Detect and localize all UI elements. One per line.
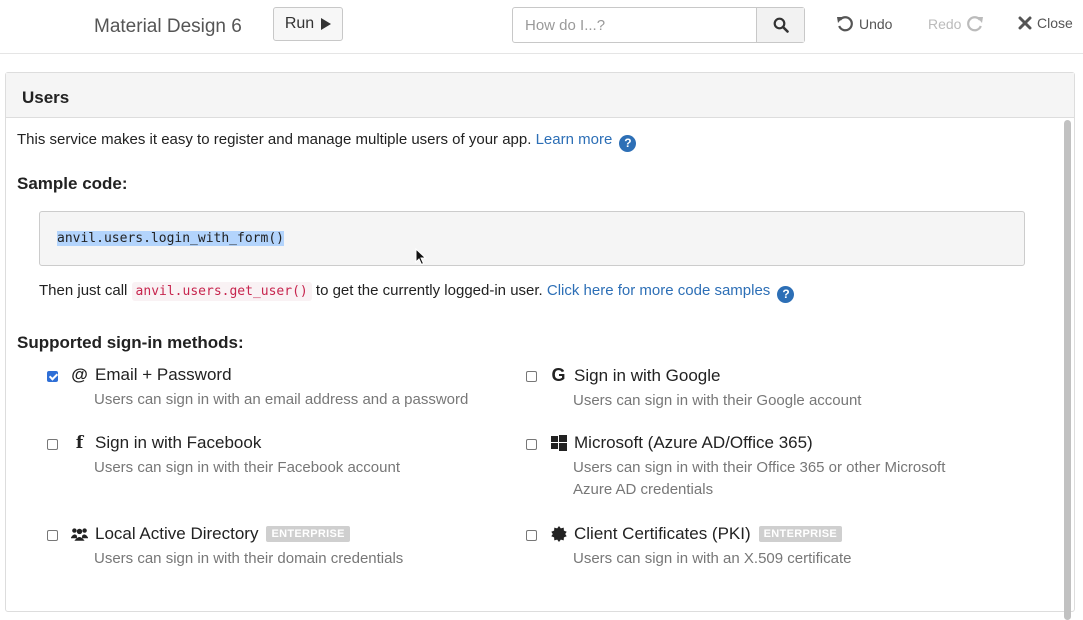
run-label: Run	[284, 15, 315, 32]
method-description: Users can sign in with their Facebook ac…	[94, 459, 400, 476]
method-facebook: f Sign in with Facebook Users can sign i…	[47, 433, 400, 479]
users-panel: Users This service makes it easy to regi…	[5, 72, 1075, 620]
help-icon[interactable]: ?	[777, 285, 795, 303]
method-client-certificates: Client Certificates (PKI) ENTERPRISE Use…	[526, 524, 851, 570]
method-description: Users can sign in with an email address …	[94, 391, 469, 408]
method-label: Microsoft (Azure AD/Office 365)	[574, 433, 813, 452]
learn-more-link[interactable]: Learn more	[536, 131, 613, 148]
certificates-checkbox[interactable]	[526, 529, 537, 541]
more-samples-link[interactable]: Click here for more code samples	[547, 282, 770, 299]
windows-icon	[550, 435, 567, 451]
close-button[interactable]: Close	[1018, 15, 1073, 31]
microsoft-checkbox[interactable]	[526, 438, 537, 450]
enterprise-badge: ENTERPRISE	[266, 526, 350, 542]
method-google: G Sign in with Google Users can sign in …	[526, 365, 861, 412]
close-icon	[1018, 16, 1032, 30]
methods-heading: Supported sign-in methods:	[17, 333, 244, 352]
search-input[interactable]	[513, 8, 756, 42]
code-sample[interactable]: anvil.users.login_with_form()	[57, 231, 284, 246]
method-label: Sign in with Facebook	[95, 433, 262, 452]
close-label: Close	[1037, 15, 1073, 31]
users-icon	[71, 526, 88, 542]
method-email-password: @ Email + Password Users can sign in wit…	[47, 365, 468, 411]
run-button[interactable]: Run	[273, 7, 343, 41]
then-suffix: to get the currently logged-in user.	[315, 282, 543, 299]
google-icon: G	[551, 365, 566, 385]
method-label: Local Active Directory	[95, 524, 259, 543]
intro-text: This service makes it easy to register a…	[17, 131, 637, 152]
undo-button[interactable]: Undo	[836, 15, 892, 33]
scrollbar-thumb[interactable]	[1064, 120, 1071, 620]
method-label: Sign in with Google	[574, 365, 721, 385]
at-icon: @	[71, 365, 88, 384]
redo-button[interactable]: Redo	[928, 15, 984, 33]
facebook-checkbox[interactable]	[47, 438, 58, 450]
play-icon	[321, 18, 332, 30]
method-microsoft: Microsoft (Azure AD/Office 365) Users ca…	[526, 433, 946, 501]
method-description: Users can sign in with an X.509 certific…	[573, 550, 852, 567]
method-description: Users can sign in with their Office 365 …	[573, 459, 946, 498]
scrollbar[interactable]	[1062, 120, 1072, 620]
help-icon[interactable]: ?	[619, 134, 637, 152]
local-ad-checkbox[interactable]	[47, 529, 58, 541]
method-label: Client Certificates (PKI)	[574, 524, 751, 543]
method-local-ad: Local Active Directory ENTERPRISE Users …	[47, 524, 403, 570]
certificate-icon	[550, 526, 567, 542]
code-sample-box: anvil.users.login_with_form()	[39, 211, 1025, 266]
search-button[interactable]	[756, 8, 804, 42]
redo-label: Redo	[928, 16, 962, 32]
toolbar: Material Design 6 Run Undo Redo	[0, 0, 1083, 54]
mouse-cursor-icon	[415, 248, 427, 266]
facebook-icon: f	[75, 433, 84, 453]
then-prefix: Then just call	[39, 282, 128, 299]
sample-code-heading: Sample code:	[17, 174, 128, 193]
redo-icon	[967, 16, 984, 32]
method-description: Users can sign in with their Google acco…	[573, 392, 862, 409]
email-checkbox[interactable]	[47, 370, 58, 382]
get-user-code: anvil.users.get_user()	[131, 282, 312, 301]
panel-title: Users	[6, 73, 1074, 118]
search-icon	[773, 17, 789, 33]
app-title: Material Design 6	[94, 16, 242, 37]
get-user-line: Then just call anvil.users.get_user() to…	[39, 282, 795, 303]
intro-description: This service makes it easy to register a…	[17, 131, 532, 148]
method-label: Email + Password	[95, 365, 232, 384]
method-description: Users can sign in with their domain cred…	[94, 550, 404, 567]
google-checkbox[interactable]	[526, 371, 537, 382]
undo-label: Undo	[859, 16, 893, 32]
undo-icon	[837, 16, 853, 32]
enterprise-badge: ENTERPRISE	[758, 526, 842, 542]
search-box	[512, 7, 805, 43]
